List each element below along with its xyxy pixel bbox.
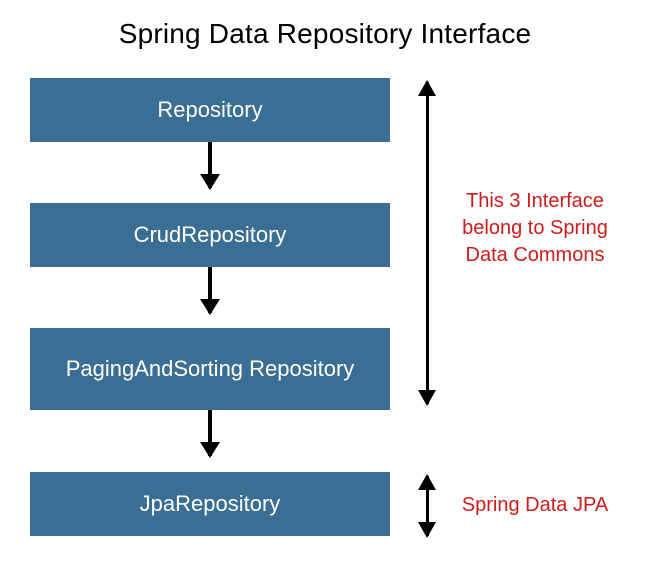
box-crud-repository-label: CrudRepository [124, 218, 297, 252]
diagram-canvas: Repository CrudRepository PagingAndSorti… [30, 68, 620, 568]
bracket-label-commons: This 3 Interface belong to Spring Data C… [450, 188, 620, 269]
arrow-down-icon [208, 142, 212, 188]
box-paging-sorting-repository: PagingAndSorting Repository [30, 328, 390, 410]
box-repository: Repository [30, 78, 390, 142]
arrow-down-icon [208, 410, 212, 456]
box-jpa-repository-label: JpaRepository [130, 487, 291, 521]
box-paging-sorting-repository-label: PagingAndSorting Repository [56, 352, 365, 386]
diagram-title: Spring Data Repository Interface [0, 0, 650, 58]
bracket-arrow-icon [426, 476, 429, 536]
bracket-arrow-icon [426, 82, 429, 404]
bracket-label-jpa: Spring Data JPA [450, 492, 620, 519]
box-crud-repository: CrudRepository [30, 203, 390, 267]
arrow-down-icon [208, 267, 212, 313]
box-jpa-repository: JpaRepository [30, 472, 390, 536]
box-repository-label: Repository [147, 93, 272, 127]
